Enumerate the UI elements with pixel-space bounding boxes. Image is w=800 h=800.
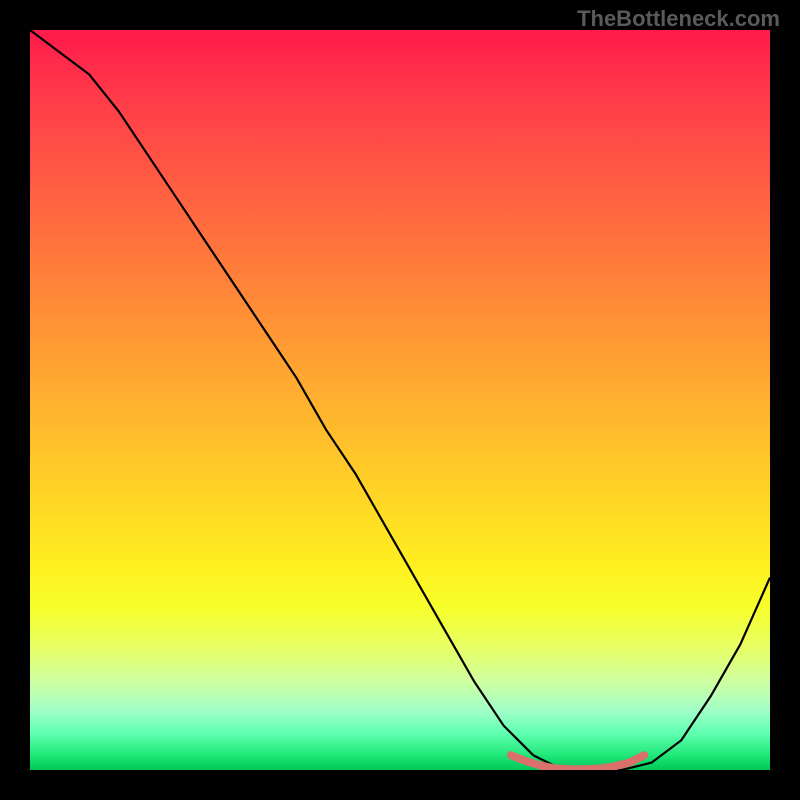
watermark-text: TheBottleneck.com [577, 6, 780, 32]
chart-svg [30, 30, 770, 770]
bottleneck-curve [30, 30, 770, 770]
chart-plot-area [30, 30, 770, 770]
optimal-band-marker [511, 755, 644, 769]
